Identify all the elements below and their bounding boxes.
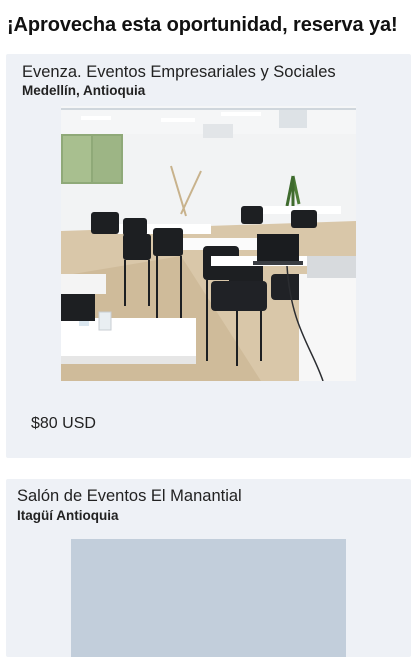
image-placeholder-icon [71,539,346,657]
conference-room-photo-icon [61,106,356,381]
venue-card-el-manantial[interactable]: Salón de Eventos El Manantial Itagüí Ant… [6,479,411,657]
venue-name[interactable]: Evenza. Eventos Empresariales y Sociales [22,63,336,82]
venue-location: Medellín, Antioquia [22,83,146,98]
venue-price: $80 USD [31,415,96,432]
venue-photo[interactable] [61,106,356,381]
venue-card-evenza[interactable]: Evenza. Eventos Empresariales y Sociales… [6,54,411,458]
venue-location: Itagüí Antioquia [17,508,119,523]
page-headline: ¡Aprovecha esta oportunidad, reserva ya! [7,14,398,36]
venue-name[interactable]: Salón de Eventos El Manantial [17,487,242,506]
